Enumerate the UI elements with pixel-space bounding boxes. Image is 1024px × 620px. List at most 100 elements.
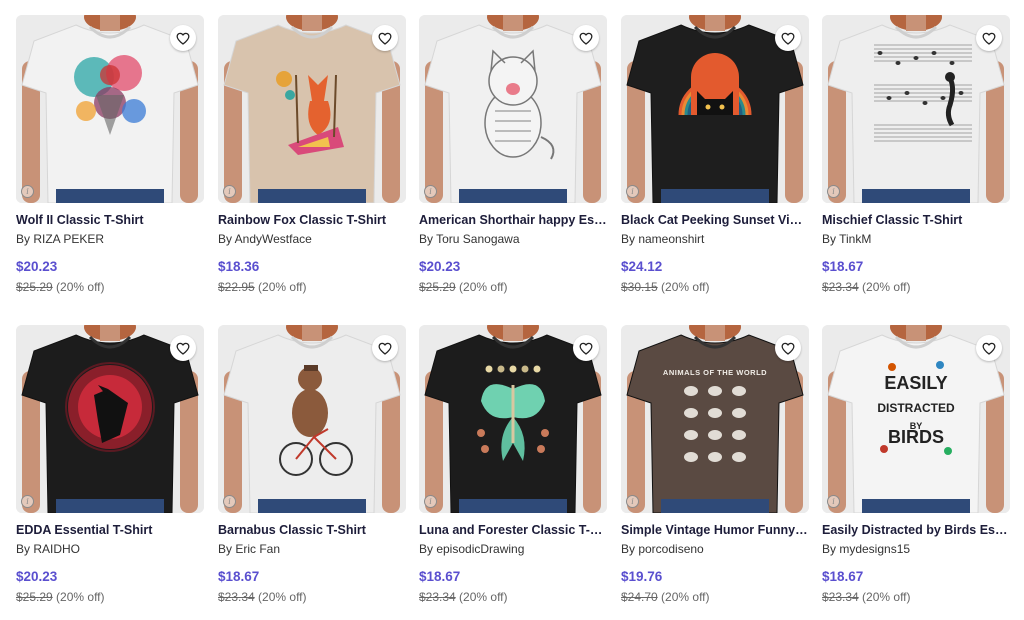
favorite-button[interactable]	[170, 335, 196, 361]
heart-icon	[781, 342, 795, 355]
discount-label: (20% off)	[661, 590, 710, 604]
artist-name[interactable]: By Eric Fan	[218, 542, 406, 556]
favorite-button[interactable]	[573, 25, 599, 51]
discount-label: (20% off)	[459, 590, 508, 604]
product-image[interactable]: i	[218, 325, 406, 513]
discount-label: (20% off)	[56, 280, 105, 294]
product-image[interactable]: i	[16, 15, 204, 203]
product-title[interactable]: Wolf II Classic T-Shirt	[16, 213, 204, 227]
favorite-button[interactable]	[372, 25, 398, 51]
info-icon[interactable]: i	[626, 495, 639, 508]
heart-icon	[176, 32, 190, 45]
sale-price: $20.23	[16, 259, 58, 274]
product-card[interactable]: i Black Cat Peeking Sunset Vint… By name…	[621, 15, 809, 294]
original-price-row: $24.70 (20% off)	[621, 590, 809, 604]
product-card[interactable]: i Rainbow Fox Classic T-Shirt By AndyWes…	[218, 15, 406, 294]
product-image[interactable]: i	[419, 325, 607, 513]
product-card[interactable]: i EDDA Essential T-Shirt By RAIDHO $20.2…	[16, 325, 204, 604]
heart-icon	[982, 32, 996, 45]
artist-name[interactable]: By RAIDHO	[16, 542, 204, 556]
discount-label: (20% off)	[258, 590, 307, 604]
sale-price: $18.67	[419, 569, 461, 584]
original-price-row: $22.95 (20% off)	[218, 280, 406, 294]
product-card[interactable]: i Wolf II Classic T-Shirt By RIZA PEKER …	[16, 15, 204, 294]
artist-name[interactable]: By AndyWestface	[218, 232, 406, 246]
original-price: $24.70	[621, 590, 658, 604]
artist-name[interactable]: By mydesigns15	[822, 542, 1010, 556]
product-card[interactable]: i Luna and Forester Classic T-S… By epis…	[419, 325, 607, 604]
sale-price: $18.67	[218, 569, 260, 584]
artist-name[interactable]: By TinkM	[822, 232, 1010, 246]
info-icon[interactable]: i	[626, 185, 639, 198]
product-title[interactable]: Black Cat Peeking Sunset Vint…	[621, 213, 809, 227]
heart-icon	[982, 342, 996, 355]
product-image[interactable]: EASILY DISTRACTED BY BIRDS i	[822, 325, 1010, 513]
original-price-row: $25.29 (20% off)	[16, 280, 204, 294]
product-card[interactable]: i Barnabus Classic T-Shirt By Eric Fan $…	[218, 325, 406, 604]
info-icon[interactable]: i	[223, 185, 236, 198]
favorite-button[interactable]	[573, 335, 599, 361]
product-image[interactable]: i	[822, 15, 1010, 203]
product-title[interactable]: American Shorthair happy Ess…	[419, 213, 607, 227]
original-price: $22.95	[218, 280, 255, 294]
product-image[interactable]: i	[419, 15, 607, 203]
heart-icon	[176, 342, 190, 355]
discount-label: (20% off)	[661, 280, 710, 294]
heart-icon	[781, 32, 795, 45]
product-title[interactable]: Luna and Forester Classic T-S…	[419, 523, 607, 537]
product-card[interactable]: ANIMALS OF THE WORLD i Simple Vintage Hu…	[621, 325, 809, 604]
original-price-row: $23.34 (20% off)	[822, 280, 1010, 294]
product-card[interactable]: EASILY DISTRACTED BY BIRDS i Easily Distrac…	[822, 325, 1010, 604]
heart-icon	[579, 342, 593, 355]
artist-name[interactable]: By nameonshirt	[621, 232, 809, 246]
info-icon[interactable]: i	[21, 185, 34, 198]
product-title[interactable]: Simple Vintage Humor Funny R…	[621, 523, 809, 537]
product-title[interactable]: Easily Distracted by Birds Esse…	[822, 523, 1010, 537]
product-image[interactable]: ANIMALS OF THE WORLD i	[621, 325, 809, 513]
sale-price: $18.67	[822, 569, 864, 584]
heart-icon	[579, 32, 593, 45]
artist-name[interactable]: By Toru Sanogawa	[419, 232, 607, 246]
sale-price: $20.23	[419, 259, 461, 274]
info-icon[interactable]: i	[223, 495, 236, 508]
favorite-button[interactable]	[775, 335, 801, 361]
product-title[interactable]: Mischief Classic T-Shirt	[822, 213, 1010, 227]
info-icon[interactable]: i	[827, 495, 840, 508]
favorite-button[interactable]	[170, 25, 196, 51]
info-icon[interactable]: i	[21, 495, 34, 508]
info-icon[interactable]: i	[424, 185, 437, 198]
original-price: $30.15	[621, 280, 658, 294]
product-title[interactable]: Rainbow Fox Classic T-Shirt	[218, 213, 406, 227]
info-icon[interactable]: i	[424, 495, 437, 508]
artist-name[interactable]: By RIZA PEKER	[16, 232, 204, 246]
info-icon[interactable]: i	[827, 185, 840, 198]
artist-name[interactable]: By porcodiseno	[621, 542, 809, 556]
original-price-row: $25.29 (20% off)	[419, 280, 607, 294]
favorite-button[interactable]	[775, 25, 801, 51]
original-price-row: $30.15 (20% off)	[621, 280, 809, 294]
original-price-row: $25.29 (20% off)	[16, 590, 204, 604]
favorite-button[interactable]	[976, 335, 1002, 361]
product-card[interactable]: i American Shorthair happy Ess… By Toru …	[419, 15, 607, 294]
sale-price: $18.36	[218, 259, 260, 274]
product-title[interactable]: EDDA Essential T-Shirt	[16, 523, 204, 537]
original-price: $23.34	[218, 590, 255, 604]
sale-price: $24.12	[621, 259, 663, 274]
favorite-button[interactable]	[372, 335, 398, 361]
product-image[interactable]: i	[16, 325, 204, 513]
product-image[interactable]: i	[218, 15, 406, 203]
svg-text:EASILY: EASILY	[884, 373, 947, 393]
artist-name[interactable]: By episodicDrawing	[419, 542, 607, 556]
discount-label: (20% off)	[862, 280, 911, 294]
product-card[interactable]: i Mischief Classic T-Shirt By TinkM $18.…	[822, 15, 1010, 294]
product-title[interactable]: Barnabus Classic T-Shirt	[218, 523, 406, 537]
discount-label: (20% off)	[56, 590, 105, 604]
favorite-button[interactable]	[976, 25, 1002, 51]
original-price: $25.29	[16, 590, 53, 604]
original-price-row: $23.34 (20% off)	[218, 590, 406, 604]
sale-price: $19.76	[621, 569, 663, 584]
product-image[interactable]: i	[621, 15, 809, 203]
discount-label: (20% off)	[459, 280, 508, 294]
original-price: $23.34	[822, 280, 859, 294]
original-price-row: $23.34 (20% off)	[419, 590, 607, 604]
